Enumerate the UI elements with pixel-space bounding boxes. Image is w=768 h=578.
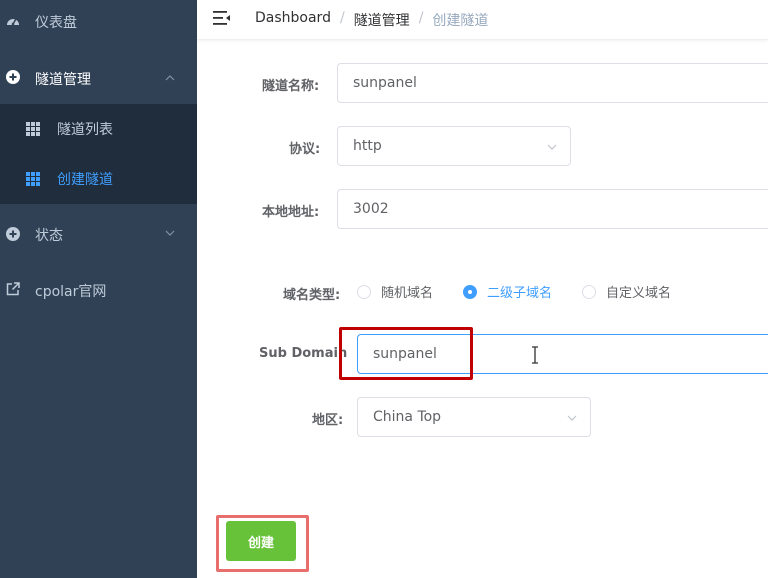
- breadcrumb-separator: /: [339, 10, 345, 26]
- sidebar-item-label: 创建隧道: [57, 172, 113, 188]
- breadcrumb-create-tunnel: 创建隧道: [432, 13, 489, 29]
- breadcrumb-separator: /: [418, 10, 424, 26]
- radio-label: 随机域名: [381, 286, 434, 301]
- sidebar-item-dashboard[interactable]: 仪表盘: [0, 0, 197, 42]
- sidebar-item-label: 状态: [35, 228, 63, 244]
- grid-table-icon: [26, 122, 40, 136]
- sidebar-item-tunnel-list[interactable]: 隧道列表: [0, 104, 197, 154]
- domain-type-radio-group: 随机域名 二级子域名 自定义域名: [357, 282, 701, 301]
- plus-circle-icon: [6, 227, 20, 241]
- dashboard-gauge-icon: [7, 18, 19, 26]
- local-address-input[interactable]: 3002: [337, 189, 768, 229]
- region-value: China Top: [373, 409, 442, 425]
- tunnel-name-input[interactable]: sunpanel: [337, 63, 768, 103]
- domain-type-label: 域名类型:: [283, 288, 341, 303]
- breadcrumb-tunnel-management[interactable]: 隧道管理: [354, 10, 410, 30]
- tunnel-name-label: 隧道名称:: [262, 79, 320, 94]
- sidebar-item-label: cpolar官网: [35, 284, 107, 300]
- text-cursor-icon: [532, 346, 538, 364]
- radio-circle[interactable]: [582, 284, 597, 299]
- radio-random-domain[interactable]: 随机域名: [357, 282, 433, 301]
- chevron-down-icon: [547, 144, 557, 150]
- sidebar-item-label: 隧道列表: [57, 122, 113, 138]
- protocol-value: http: [353, 138, 382, 154]
- chevron-down-icon: [165, 230, 175, 236]
- external-link-icon: [6, 282, 20, 296]
- region-label: 地区:: [312, 413, 344, 428]
- sidebar-item-status[interactable]: 状态: [0, 210, 197, 256]
- radio-custom-domain[interactable]: 自定义域名: [582, 282, 671, 301]
- sidebar: 仪表盘 隧道管理 隧道列表 创建隧道 状态 cpolar官网: [0, 0, 197, 578]
- sidebar-item-label: 隧道管理: [35, 72, 91, 88]
- chevron-up-icon: [165, 75, 175, 81]
- radio-label: 二级子域名: [487, 286, 553, 301]
- breadcrumb-dashboard[interactable]: Dashboard: [255, 10, 331, 30]
- radio-label: 自定义域名: [606, 286, 672, 301]
- hamburger-menu-icon[interactable]: [213, 10, 231, 26]
- sidebar-submenu: 隧道列表 创建隧道: [0, 104, 197, 204]
- sidebar-item-tunnel-management[interactable]: 隧道管理: [0, 52, 197, 102]
- sub-domain-label: Sub Domain: [259, 346, 348, 361]
- radio-circle[interactable]: [463, 284, 478, 299]
- local-address-label: 本地地址:: [262, 205, 320, 220]
- local-address-value: 3002: [353, 201, 389, 217]
- protocol-select[interactable]: http: [337, 126, 571, 166]
- sidebar-item-label: 仪表盘: [35, 15, 77, 31]
- sidebar-item-create-tunnel[interactable]: 创建隧道: [0, 154, 197, 204]
- highlight-box-create: [216, 515, 309, 572]
- radio-circle[interactable]: [357, 284, 371, 299]
- highlight-box-subdomain: [339, 327, 473, 380]
- plus-circle-icon: [6, 70, 20, 84]
- sidebar-item-cpolar-site[interactable]: cpolar官网: [0, 266, 197, 312]
- grid-table-icon: [26, 172, 40, 186]
- radio-subdomain[interactable]: 二级子域名: [463, 282, 552, 301]
- top-navbar: Dashboard / 隧道管理 / 创建隧道: [197, 0, 768, 40]
- breadcrumb: Dashboard / 隧道管理 / 创建隧道: [255, 10, 488, 30]
- protocol-label: 协议:: [289, 142, 321, 157]
- chevron-down-icon: [567, 415, 577, 421]
- tunnel-name-value: sunpanel: [353, 75, 417, 91]
- region-select[interactable]: China Top: [357, 397, 591, 437]
